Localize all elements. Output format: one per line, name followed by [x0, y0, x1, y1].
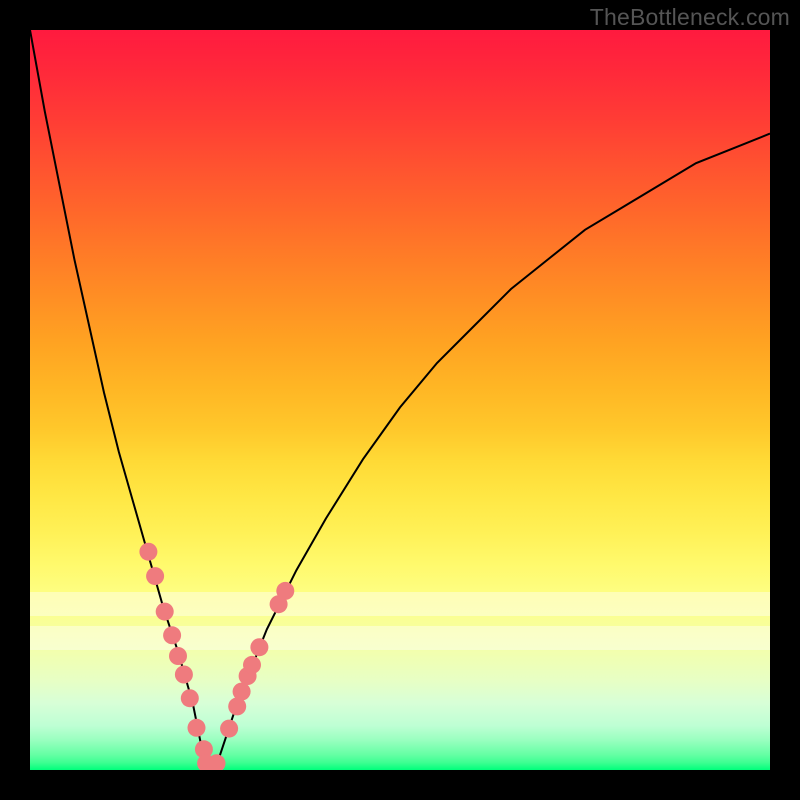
- sample-dot: [139, 543, 157, 561]
- sample-dot: [188, 719, 206, 737]
- sample-dot: [156, 603, 174, 621]
- sample-dot: [220, 720, 238, 738]
- sample-dot: [243, 656, 261, 674]
- watermark: TheBottleneck.com: [590, 4, 790, 31]
- sample-dot: [233, 683, 251, 701]
- sample-dots: [139, 543, 294, 770]
- sample-dot: [181, 689, 199, 707]
- bottleneck-curve: [30, 30, 770, 770]
- sample-dot: [175, 666, 193, 684]
- sample-dot: [163, 626, 181, 644]
- chart-root: TheBottleneck.com: [0, 0, 800, 800]
- sample-dot: [276, 582, 294, 600]
- sample-dot: [250, 638, 268, 656]
- sample-dot: [146, 567, 164, 585]
- overlay-svg: [30, 30, 770, 770]
- sample-dot: [169, 647, 187, 665]
